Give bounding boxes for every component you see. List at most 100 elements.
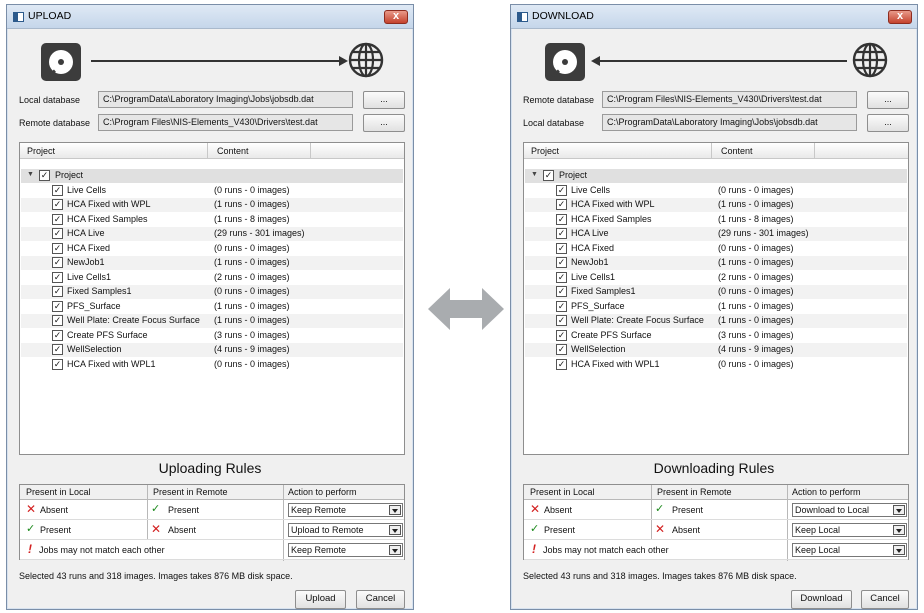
upload-button[interactable]: Upload	[295, 590, 346, 609]
upload-dialog: UPLOAD x Local database C:\ProgramData\L…	[6, 4, 414, 610]
dropdown-arrow-icon[interactable]	[389, 505, 401, 515]
checkbox[interactable]: ✓	[39, 170, 50, 181]
project-row[interactable]: ✓ Live Cells1 (2 runs - 0 images)	[21, 271, 403, 285]
dropdown-arrow-icon[interactable]	[389, 545, 401, 555]
dropdown-arrow-icon[interactable]	[893, 525, 905, 535]
browse-remote-button[interactable]: ...	[867, 91, 909, 109]
browse-remote-button[interactable]: ...	[363, 114, 405, 132]
browse-local-button[interactable]: ...	[363, 91, 405, 109]
project-content: (29 runs - 301 images)	[718, 228, 809, 238]
local-database-path[interactable]: C:\ProgramData\Laboratory Imaging\Jobs\j…	[602, 114, 857, 131]
title-bar: UPLOAD x	[7, 5, 413, 29]
checkbox[interactable]: ✓	[52, 315, 63, 326]
project-name: Live Cells	[67, 184, 107, 195]
close-button[interactable]: x	[888, 10, 912, 24]
checkbox[interactable]: ✓	[543, 170, 554, 181]
dropdown-arrow-icon[interactable]	[893, 505, 905, 515]
project-row[interactable]: ✓ PFS_Surface (1 runs - 0 images)	[21, 300, 403, 314]
checkbox[interactable]: ✓	[556, 329, 567, 341]
action-select[interactable]: Keep Remote	[288, 503, 403, 517]
checkbox[interactable]: ✓	[556, 300, 567, 312]
project-row[interactable]: ✓ HCA Live (29 runs - 301 images)	[525, 227, 907, 241]
dialog-title: DOWNLOAD	[532, 10, 594, 22]
project-row[interactable]: ✓ HCA Fixed with WPL (1 runs - 0 images)	[21, 198, 403, 212]
project-row[interactable]: ✓ HCA Live (29 runs - 301 images)	[21, 227, 403, 241]
checkbox[interactable]: ✓	[52, 271, 63, 283]
project-row[interactable]: ✓ Well Plate: Create Focus Surface (1 runs…	[21, 314, 403, 328]
column-content[interactable]: Content	[721, 146, 753, 156]
project-row[interactable]: ✓ Fixed Samples1 (0 runs - 0 images)	[525, 285, 907, 299]
tree-root-row[interactable]: ▼ ✓ Project	[525, 169, 907, 183]
project-content: (1 runs - 8 images)	[718, 213, 794, 224]
checkbox[interactable]: ✓	[556, 286, 567, 297]
collapse-arrow-icon[interactable]: ▼	[531, 171, 538, 178]
dropdown-arrow-icon[interactable]	[893, 545, 905, 555]
remote-status: Present	[672, 505, 704, 515]
action-select[interactable]: Keep Remote	[288, 543, 403, 557]
action-select-value: Download to Local	[795, 505, 870, 515]
checkbox[interactable]: ✓	[556, 228, 567, 239]
checkbox[interactable]: ✓	[52, 213, 63, 225]
download-button[interactable]: Download	[791, 590, 852, 609]
checkbox[interactable]: ✓	[556, 184, 567, 196]
project-name: PFS_Surface	[571, 300, 625, 311]
project-row[interactable]: ✓ Fixed Samples1 (0 runs - 0 images)	[21, 285, 403, 299]
project-row[interactable]: ✓ WellSelection (4 runs - 9 images)	[21, 343, 403, 357]
checkbox[interactable]: ✓	[556, 213, 567, 225]
checkbox[interactable]: ✓	[52, 329, 63, 341]
project-name: Live Cells1	[571, 271, 616, 282]
checkbox[interactable]: ✓	[556, 271, 567, 283]
project-row[interactable]: ✓ HCA Fixed (0 runs - 0 images)	[525, 242, 907, 256]
checkbox[interactable]: ✓	[52, 286, 63, 297]
collapse-arrow-icon[interactable]: ▼	[27, 171, 34, 178]
project-row[interactable]: ✓ HCA Fixed Samples (1 runs - 8 images)	[525, 213, 907, 227]
project-row[interactable]: ✓ NewJob1 (1 runs - 0 images)	[21, 256, 403, 270]
local-database-path[interactable]: C:\ProgramData\Laboratory Imaging\Jobs\j…	[98, 91, 353, 108]
checkbox[interactable]: ✓	[556, 242, 567, 254]
checkbox[interactable]: ✓	[52, 300, 63, 312]
project-row[interactable]: ✓ Create PFS Surface (3 runs - 0 images)	[525, 329, 907, 343]
remote-database-path[interactable]: C:\Program Files\NIS-Elements_V430\Drive…	[98, 114, 353, 131]
project-name: HCA Fixed with WPL	[571, 199, 655, 209]
checkbox[interactable]: ✓	[52, 257, 63, 268]
action-select[interactable]: Upload to Remote	[288, 523, 403, 537]
checkbox[interactable]: ✓	[556, 257, 567, 268]
project-row[interactable]: ✓ Live Cells1 (2 runs - 0 images)	[525, 271, 907, 285]
checkbox[interactable]: ✓	[556, 344, 567, 355]
checkbox[interactable]: ✓	[556, 358, 567, 370]
browse-local-button[interactable]: ...	[867, 114, 909, 132]
project-row[interactable]: ✓ PFS_Surface (1 runs - 0 images)	[525, 300, 907, 314]
project-row[interactable]: ✓ Well Plate: Create Focus Surface (1 runs…	[525, 314, 907, 328]
project-row[interactable]: ✓ HCA Fixed with WPL1 (0 runs - 0 images)	[525, 358, 907, 372]
cancel-button[interactable]: Cancel	[356, 590, 405, 609]
column-project[interactable]: Project	[27, 146, 55, 156]
project-row[interactable]: ✓ Live Cells (0 runs - 0 images)	[525, 184, 907, 198]
action-select[interactable]: Download to Local	[792, 503, 907, 517]
action-select[interactable]: Keep Local	[792, 543, 907, 557]
tree-root-row[interactable]: ▼ ✓ Project	[21, 169, 403, 183]
column-content[interactable]: Content	[217, 146, 249, 156]
project-row[interactable]: ✓ HCA Fixed (0 runs - 0 images)	[21, 242, 403, 256]
dropdown-arrow-icon[interactable]	[389, 525, 401, 535]
project-name: NewJob1	[571, 257, 609, 267]
checkbox[interactable]: ✓	[556, 199, 567, 210]
checkbox[interactable]: ✓	[556, 315, 567, 326]
project-row[interactable]: ✓ WellSelection (4 runs - 9 images)	[525, 343, 907, 357]
checkbox[interactable]: ✓	[52, 228, 63, 239]
close-button[interactable]: x	[384, 10, 408, 24]
project-row[interactable]: ✓ Create PFS Surface (3 runs - 0 images)	[21, 329, 403, 343]
project-row[interactable]: ✓ Live Cells (0 runs - 0 images)	[21, 184, 403, 198]
project-row[interactable]: ✓ HCA Fixed Samples (1 runs - 8 images)	[21, 213, 403, 227]
project-row[interactable]: ✓ NewJob1 (1 runs - 0 images)	[525, 256, 907, 270]
action-select[interactable]: Keep Local	[792, 523, 907, 537]
checkbox[interactable]: ✓	[52, 242, 63, 254]
checkbox[interactable]: ✓	[52, 344, 63, 355]
checkbox[interactable]: ✓	[52, 358, 63, 370]
remote-database-path[interactable]: C:\Program Files\NIS-Elements_V430\Drive…	[602, 91, 857, 108]
project-row[interactable]: ✓ HCA Fixed with WPL (1 runs - 0 images)	[525, 198, 907, 212]
checkbox[interactable]: ✓	[52, 199, 63, 210]
column-project[interactable]: Project	[531, 146, 559, 156]
project-row[interactable]: ✓ HCA Fixed with WPL1 (0 runs - 0 images)	[21, 358, 403, 372]
cancel-button[interactable]: Cancel	[861, 590, 909, 609]
checkbox[interactable]: ✓	[52, 184, 63, 196]
